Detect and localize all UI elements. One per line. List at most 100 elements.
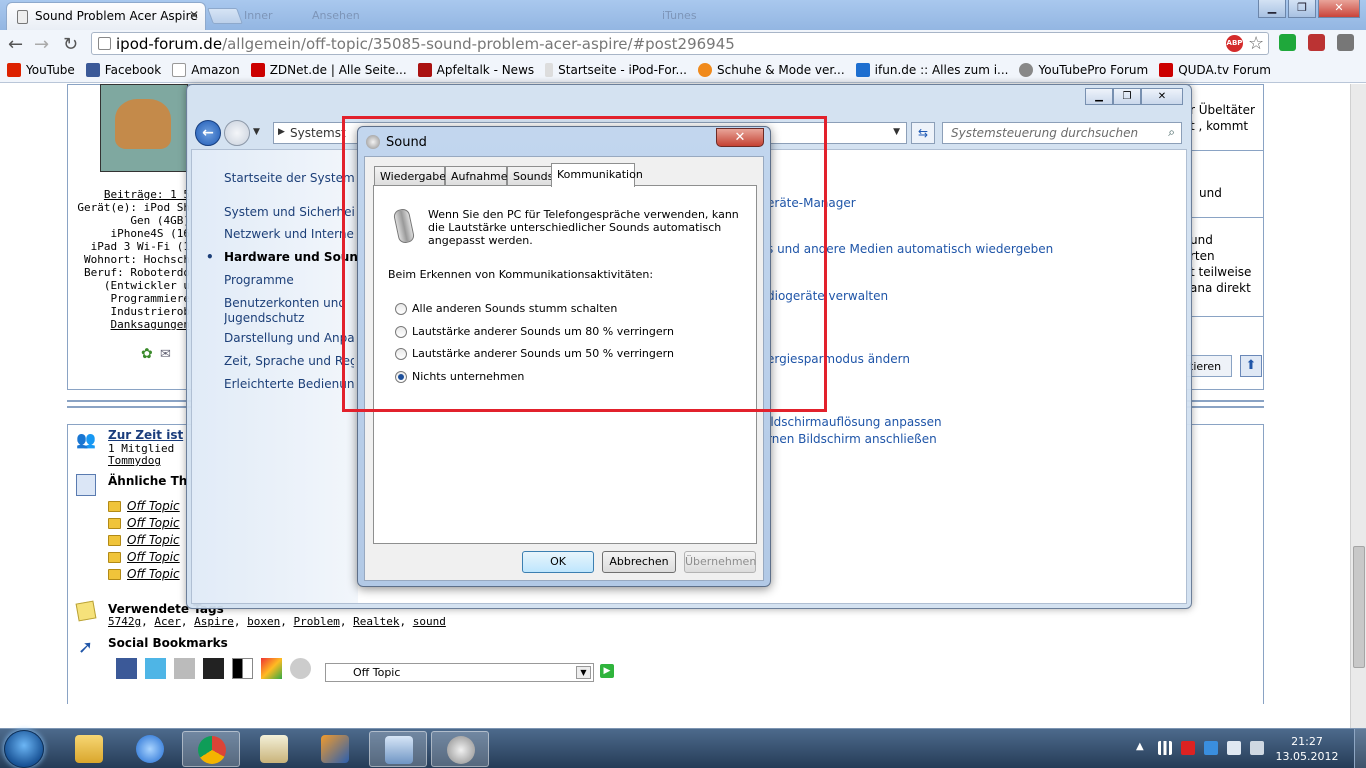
delicious-icon[interactable] bbox=[174, 658, 195, 679]
mail-icon[interactable]: ✉ bbox=[160, 347, 171, 362]
list-item[interactable]: Off Topic bbox=[108, 549, 180, 566]
nav-item-home[interactable]: Startseite der Systemste bbox=[224, 171, 354, 185]
apply-button[interactable]: Übernehmen bbox=[684, 551, 756, 573]
nav-item-user-accounts[interactable]: Benutzerkonten und bbox=[224, 296, 354, 310]
list-item[interactable]: Off Topic bbox=[108, 566, 180, 583]
reload-icon[interactable]: ↻ bbox=[63, 34, 78, 55]
tag-link[interactable]: Problem bbox=[294, 615, 340, 628]
bookmark-amazon[interactable]: Amazon bbox=[172, 63, 240, 77]
bookmark-ipod-forum[interactable]: Startseite - iPod-For... bbox=[545, 63, 687, 77]
link-external-display[interactable]: rnen Bildschirm anschließen bbox=[767, 432, 937, 446]
close-icon[interactable]: ✕ bbox=[189, 8, 199, 22]
adblock-icon[interactable]: ABP bbox=[1226, 35, 1243, 52]
dropbox-icon[interactable] bbox=[1204, 741, 1218, 755]
bookmark-youtube[interactable]: YouTube bbox=[7, 63, 75, 77]
close-window-button[interactable]: ✕ bbox=[1141, 88, 1183, 105]
bookmark-youtubepro[interactable]: YouTubePro Forum bbox=[1019, 63, 1148, 77]
list-item[interactable]: Off Topic bbox=[108, 498, 180, 515]
show-desktop-button[interactable] bbox=[1354, 729, 1366, 768]
bookmark-facebook[interactable]: Facebook bbox=[85, 63, 161, 77]
nav-item-system-security[interactable]: System und Sicherheit bbox=[224, 205, 354, 219]
delicious-square-icon[interactable] bbox=[232, 658, 253, 679]
chevron-down-icon[interactable]: ▼ bbox=[893, 127, 900, 137]
bookmark-schuhe[interactable]: Schuhe & Mode ver... bbox=[698, 63, 845, 77]
back-arrow-icon[interactable]: ← bbox=[195, 120, 221, 146]
bookmark-star-icon[interactable]: ☆ bbox=[1248, 33, 1264, 54]
extension-icon[interactable] bbox=[1279, 34, 1296, 51]
profile-ipad: iPad 3 Wi-Fi (1 bbox=[90, 240, 190, 253]
taskbar-control-panel[interactable] bbox=[369, 731, 427, 767]
page-scrollbar[interactable] bbox=[1350, 84, 1366, 728]
browser-tab[interactable]: Sound Problem Acer Aspire ✕ bbox=[6, 2, 206, 30]
forward-arrow-icon[interactable]: → bbox=[34, 34, 49, 55]
close-window-button[interactable]: ✕ bbox=[1318, 0, 1360, 18]
posts-count[interactable]: Beiträge: 1 5 bbox=[70, 188, 190, 201]
nav-item-network[interactable]: Netzwerk und Internet bbox=[224, 227, 354, 241]
taskbar-clock[interactable]: 21:27 13.05.2012 bbox=[1272, 734, 1342, 764]
nav-item-accessibility[interactable]: Erleichterte Bedienung bbox=[224, 377, 354, 391]
forward-arrow-icon[interactable] bbox=[224, 120, 250, 146]
wrench-menu-icon[interactable] bbox=[1337, 34, 1354, 51]
tag-link[interactable]: boxen bbox=[247, 615, 280, 628]
nav-item-region[interactable]: Zeit, Sprache und Region bbox=[224, 354, 354, 368]
ok-button[interactable]: OK bbox=[522, 551, 594, 573]
scroll-top-icon[interactable]: ⬆ bbox=[1240, 355, 1262, 377]
bookmark-apfeltalk[interactable]: Apfeltalk - News bbox=[417, 63, 534, 77]
network-icon[interactable] bbox=[1158, 741, 1172, 755]
maximize-button[interactable]: ❐ bbox=[1288, 0, 1316, 18]
bookmark-quda[interactable]: QUDA.tv Forum bbox=[1159, 63, 1271, 77]
online-heading[interactable]: Zur Zeit ist bbox=[108, 428, 183, 442]
address-bar[interactable]: ipod-forum.de/allgemein/off-topic/35085-… bbox=[91, 32, 1269, 55]
user-icon[interactable]: ✿ bbox=[141, 346, 153, 362]
facebook-icon[interactable] bbox=[116, 658, 137, 679]
taskbar-itunes[interactable] bbox=[121, 731, 179, 767]
reddit-icon[interactable] bbox=[290, 658, 311, 679]
twitter-icon[interactable] bbox=[145, 658, 166, 679]
control-panel-search-input[interactable]: Systemsteuerung durchsuchen ⌕ bbox=[942, 122, 1182, 144]
forum-jump-select[interactable]: Off Topic ▼ bbox=[325, 663, 594, 682]
taskbar-chrome[interactable] bbox=[182, 731, 240, 767]
tag-link[interactable]: sound bbox=[413, 615, 446, 628]
nav-item-appearance[interactable]: Darstellung und Anpassung bbox=[224, 331, 354, 345]
volume-icon[interactable] bbox=[1250, 741, 1264, 755]
nav-item-programs[interactable]: Programme bbox=[224, 273, 354, 287]
refresh-icon[interactable]: ⇆ bbox=[911, 122, 935, 144]
tab-communication[interactable]: Kommunikation bbox=[551, 163, 643, 187]
cancel-button[interactable]: Abbrechen bbox=[602, 551, 676, 573]
scrollbar-thumb[interactable] bbox=[1353, 546, 1365, 668]
nav-item-parental[interactable]: Jugendschutz bbox=[224, 311, 354, 325]
chevron-down-icon[interactable]: ▼ bbox=[576, 666, 591, 679]
maximize-button[interactable]: ❐ bbox=[1113, 88, 1141, 105]
bookmark-zdnet[interactable]: ZDNet.de | Alle Seite... bbox=[250, 63, 407, 77]
tag-link[interactable]: 5742g bbox=[108, 615, 141, 628]
adobe-icon[interactable] bbox=[1181, 741, 1195, 755]
list-item[interactable]: Off Topic bbox=[108, 515, 180, 532]
bookmarks-bar: YouTube Facebook Amazon ZDNet.de | Alle … bbox=[0, 58, 1366, 83]
tray-expand-icon[interactable]: ▲ bbox=[1136, 741, 1144, 752]
minimize-button[interactable]: ▁ bbox=[1258, 0, 1286, 18]
bookmark-ifun[interactable]: ifun.de :: Alles zum i... bbox=[855, 63, 1008, 77]
back-arrow-icon[interactable]: ← bbox=[8, 34, 23, 55]
extension-icon[interactable] bbox=[1308, 34, 1325, 51]
myspace-icon[interactable] bbox=[203, 658, 224, 679]
taskbar-media[interactable] bbox=[306, 731, 364, 767]
list-item[interactable]: Off Topic bbox=[108, 532, 180, 549]
link-resolution[interactable]: ildschirmauflösung anpassen bbox=[767, 415, 942, 429]
taskbar-sound[interactable] bbox=[431, 731, 489, 767]
online-user[interactable]: Tommydog bbox=[108, 454, 161, 467]
taskbar-photos[interactable] bbox=[245, 731, 303, 767]
go-icon[interactable]: ▶ bbox=[600, 664, 614, 678]
tag-link[interactable]: Aspire bbox=[194, 615, 234, 628]
taskbar-explorer[interactable] bbox=[60, 731, 118, 767]
nav-item-hardware-sound[interactable]: Hardware und Sound bbox=[206, 250, 366, 264]
avatar[interactable] bbox=[100, 84, 188, 172]
tag-link[interactable]: Realtek bbox=[353, 615, 399, 628]
thanks-link[interactable]: Danksagungen bbox=[70, 318, 190, 331]
minimize-button[interactable]: ▁ bbox=[1085, 88, 1113, 105]
new-tab-button[interactable] bbox=[207, 8, 243, 24]
google-icon[interactable] bbox=[261, 658, 282, 679]
tag-link[interactable]: Acer bbox=[154, 615, 181, 628]
start-button[interactable] bbox=[4, 730, 44, 768]
chevron-down-icon[interactable]: ▼ bbox=[253, 127, 260, 137]
device-icon[interactable] bbox=[1227, 741, 1241, 755]
